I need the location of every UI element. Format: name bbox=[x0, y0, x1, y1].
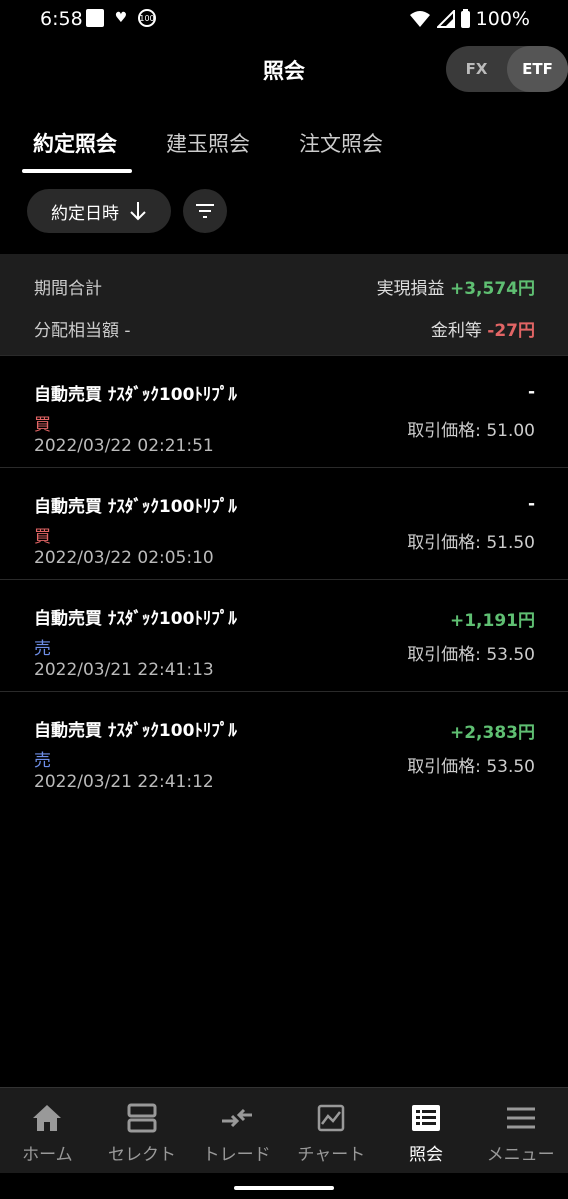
product-switch: FX ETF bbox=[446, 46, 568, 92]
trade-datetime: 2022/03/22 02:05:10 bbox=[34, 548, 214, 568]
system-icons: 100% bbox=[409, 8, 530, 30]
interest-value: -27円 bbox=[487, 321, 535, 341]
dividend-label: 分配相当額 bbox=[34, 321, 119, 341]
realized-pnl-label: 実現損益 bbox=[376, 279, 445, 299]
trade-price: 取引価格: 51.00 bbox=[407, 421, 535, 441]
nav-select[interactable]: セレクト bbox=[95, 1088, 190, 1173]
nav-home[interactable]: ホーム bbox=[0, 1088, 95, 1173]
trade-row[interactable]: 自動売買 ﾅｽﾀﾞｯｸ100ﾄﾘﾌﾟﾙ 買 2022/03/22 02:05:1… bbox=[0, 467, 568, 579]
trade-row[interactable]: 自動売買 ﾅｽﾀﾞｯｸ100ﾄﾘﾌﾟﾙ 売 2022/03/21 22:41:1… bbox=[0, 579, 568, 691]
trade-list: 自動売買 ﾅｽﾀﾞｯｸ100ﾄﾘﾌﾟﾙ 買 2022/03/22 02:21:5… bbox=[0, 355, 568, 803]
status-bar: 6:58 ♥ 100 100% bbox=[0, 0, 568, 40]
wifi-icon bbox=[409, 11, 430, 27]
trade-name: 自動売買 ﾅｽﾀﾞｯｸ100ﾄﾘﾌﾟﾙ bbox=[34, 721, 237, 741]
realized-pnl-value: +3,574円 bbox=[449, 279, 535, 299]
dividend-value: - bbox=[124, 321, 131, 341]
tab-indicator bbox=[22, 169, 132, 173]
heart-icon: ♥ bbox=[114, 10, 128, 26]
bottom-navigation: ホーム セレクト トレード チャート 照会 メニュー bbox=[0, 1087, 568, 1173]
home-icon bbox=[31, 1100, 63, 1136]
segment-etf[interactable]: ETF bbox=[507, 46, 568, 92]
nav-chart[interactable]: チャート bbox=[284, 1088, 379, 1173]
trade-icon bbox=[220, 1100, 254, 1136]
nav-menu[interactable]: メニュー bbox=[473, 1088, 568, 1173]
trade-row[interactable]: 自動売買 ﾅｽﾀﾞｯｸ100ﾄﾘﾌﾟﾙ 買 2022/03/22 02:21:5… bbox=[0, 355, 568, 467]
select-icon bbox=[126, 1100, 158, 1136]
tab-orders[interactable]: 注文照会 bbox=[299, 128, 383, 158]
trade-name: 自動売買 ﾅｽﾀﾞｯｸ100ﾄﾘﾌﾟﾙ bbox=[34, 497, 237, 517]
trade-datetime: 2022/03/21 22:41:13 bbox=[34, 660, 214, 680]
notification-icons: ♥ 100 bbox=[86, 9, 156, 27]
trade-side: 売 bbox=[34, 639, 51, 659]
trade-price: 取引価格: 51.50 bbox=[407, 533, 535, 553]
nav-inquiry-label: 照会 bbox=[409, 1145, 444, 1165]
nav-chart-label: チャート bbox=[297, 1145, 366, 1165]
trade-row[interactable]: 自動売買 ﾅｽﾀﾞｯｸ100ﾄﾘﾌﾟﾙ 売 2022/03/21 22:41:1… bbox=[0, 691, 568, 803]
arrow-down-icon bbox=[130, 202, 146, 221]
trade-price: 取引価格: 53.50 bbox=[407, 645, 535, 665]
trade-price: 取引価格: 53.50 bbox=[407, 757, 535, 777]
sort-button[interactable]: 約定日時 bbox=[27, 189, 171, 233]
trade-pnl: +2,383円 bbox=[449, 723, 535, 743]
tab-bar: 約定照会 建玉照会 注文照会 bbox=[0, 118, 568, 178]
menu-icon bbox=[506, 1100, 536, 1136]
tab-executions[interactable]: 約定照会 bbox=[33, 128, 117, 158]
trade-datetime: 2022/03/22 02:21:51 bbox=[34, 436, 214, 456]
nav-trade-label: トレード bbox=[202, 1145, 271, 1165]
chart-icon bbox=[317, 1100, 345, 1136]
nav-select-label: セレクト bbox=[108, 1145, 176, 1165]
period-total-label: 期間合計 bbox=[34, 279, 102, 299]
interest-row: 金利等 -27円 bbox=[431, 316, 535, 341]
battery-level: 100% bbox=[475, 8, 530, 30]
trade-pnl: - bbox=[527, 494, 535, 514]
realized-pnl: 実現損益 +3,574円 bbox=[377, 274, 535, 299]
trade-side: 買 bbox=[34, 415, 51, 435]
dividend-row: 分配相当額 - bbox=[34, 316, 131, 341]
trade-name: 自動売買 ﾅｽﾀﾞｯｸ100ﾄﾘﾌﾟﾙ bbox=[34, 385, 237, 405]
trade-pnl: - bbox=[527, 382, 535, 402]
notification-square-icon bbox=[86, 9, 104, 27]
trade-side: 買 bbox=[34, 527, 51, 547]
home-indicator bbox=[234, 1186, 334, 1190]
nav-inquiry[interactable]: 照会 bbox=[379, 1088, 474, 1173]
nav-menu-label: メニュー bbox=[486, 1145, 555, 1165]
nav-trade[interactable]: トレード bbox=[189, 1088, 284, 1173]
signal-icon bbox=[436, 10, 455, 28]
filter-icon bbox=[196, 204, 214, 218]
nav-home-label: ホーム bbox=[22, 1145, 73, 1165]
segment-fx[interactable]: FX bbox=[446, 46, 507, 92]
inquiry-icon bbox=[411, 1100, 441, 1136]
status-time: 6:58 bbox=[40, 8, 83, 30]
filter-button[interactable] bbox=[183, 189, 227, 233]
trade-name: 自動売買 ﾅｽﾀﾞｯｸ100ﾄﾘﾌﾟﾙ bbox=[34, 609, 237, 629]
battery-icon bbox=[460, 8, 470, 28]
trade-pnl: +1,191円 bbox=[449, 611, 535, 631]
badge-100-icon: 100 bbox=[138, 9, 156, 27]
period-summary: 期間合計 実現損益 +3,574円 分配相当額 - 金利等 -27円 bbox=[0, 254, 568, 355]
interest-label: 金利等 bbox=[430, 321, 482, 341]
trade-side: 売 bbox=[34, 751, 51, 771]
tab-positions[interactable]: 建玉照会 bbox=[166, 128, 250, 158]
trade-datetime: 2022/03/21 22:41:12 bbox=[34, 772, 214, 792]
sort-label: 約定日時 bbox=[51, 203, 119, 224]
